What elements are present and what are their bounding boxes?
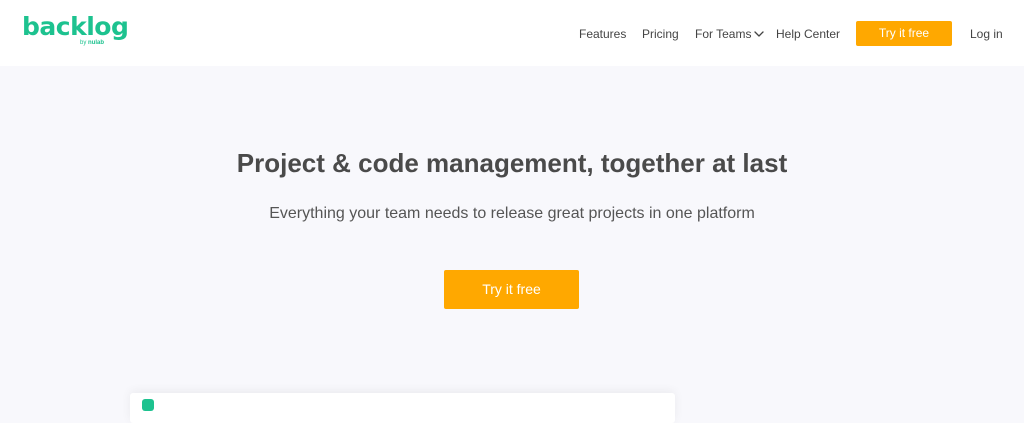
product-preview-card [130, 393, 675, 423]
nav-item-features[interactable]: Features [579, 26, 626, 42]
logo-wordmark: backlog [22, 12, 129, 41]
nav-item-for-teams[interactable]: For Teams [695, 26, 765, 42]
preview-app-icon [142, 399, 154, 411]
login-link[interactable]: Log in [970, 26, 1003, 42]
hero-try-free-button[interactable]: Try it free [444, 270, 579, 309]
site-header: backlog by nulab Features Pricing For Te… [0, 0, 1024, 66]
hero-subtitle: Everything your team needs to release gr… [269, 205, 755, 222]
logo-byline-company: nulab [88, 40, 105, 46]
header-try-free-button[interactable]: Try it free [856, 21, 952, 46]
logo-byline-prefix: by [80, 40, 87, 46]
nav-item-pricing[interactable]: Pricing [642, 26, 679, 42]
backlog-logo[interactable]: backlog by nulab [22, 12, 129, 52]
logo-byline: by nulab [80, 39, 104, 47]
nav-item-for-teams-label: For Teams [695, 27, 752, 41]
hero-title: Project & code management, together at l… [236, 148, 788, 178]
nav-item-help-center[interactable]: Help Center [776, 26, 840, 42]
chevron-down-icon [754, 31, 765, 37]
